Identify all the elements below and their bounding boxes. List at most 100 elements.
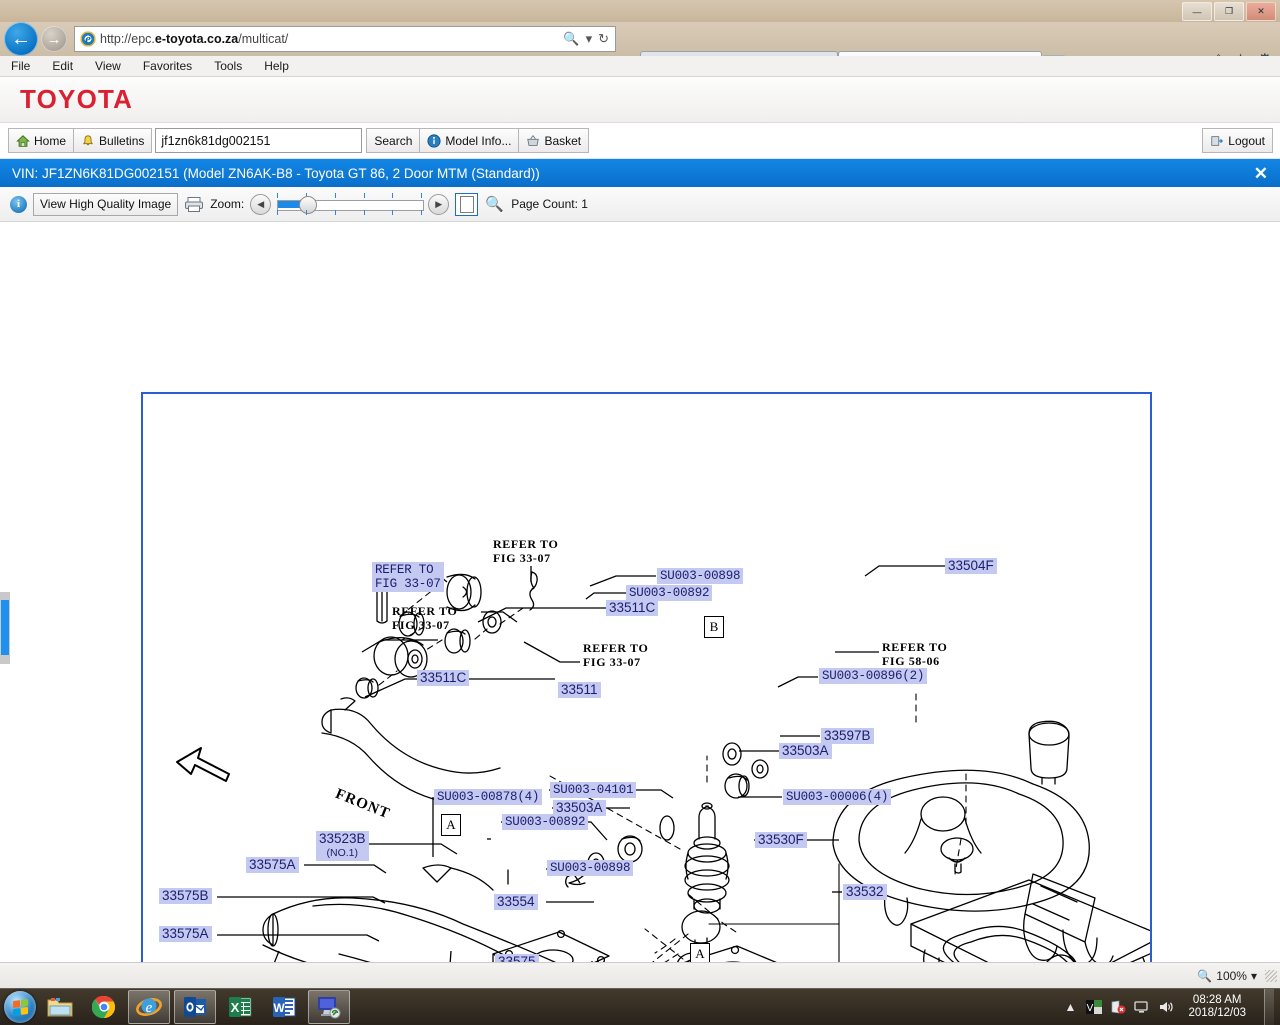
taskbar-microsoft-outlook[interactable] <box>174 990 216 1024</box>
part-label-refer-33-07-boxed[interactable]: REFER TO FIG 33-07 <box>372 562 444 592</box>
search-button[interactable]: Search <box>366 128 421 153</box>
svg-text:W: W <box>273 1001 285 1015</box>
part-label-su003-00892-b[interactable]: SU003-00892 <box>502 814 589 830</box>
close-vin-bar-icon[interactable]: ✕ <box>1254 165 1268 182</box>
taskbar-internet-explorer[interactable]: e <box>128 990 170 1024</box>
show-hidden-icons-chevron-icon[interactable]: ▲ <box>1062 999 1078 1015</box>
house-icon <box>16 134 30 147</box>
part-label-su003-00896-2[interactable]: SU003-00896(2) <box>819 668 928 684</box>
zoom-increase-button[interactable]: ▶ <box>428 193 450 215</box>
part-label-33575[interactable]: 33575 <box>495 954 539 962</box>
search-icon[interactable]: 🔍 <box>563 31 579 47</box>
vpn-icon[interactable]: V <box>1086 999 1103 1015</box>
part-label-33523b-no1[interactable]: 33523B (NO.1) <box>316 831 369 861</box>
print-button[interactable] <box>184 196 204 213</box>
part-label-33575b-a[interactable]: 33575B <box>159 888 212 904</box>
left-scroll-thumb[interactable] <box>1 600 9 655</box>
home-button[interactable]: Home <box>8 128 75 153</box>
part-label-33554[interactable]: 33554 <box>494 894 538 910</box>
menu-edit[interactable]: Edit <box>41 59 84 73</box>
close-window-button[interactable]: ✕ <box>1246 2 1276 21</box>
start-button[interactable] <box>4 991 36 1023</box>
part-label-su003-00878-4[interactable]: SU003-00878(4) <box>434 789 543 805</box>
page-content: TOYOTA Home Bulletins jf1zn6k81dg002151 … <box>0 77 1280 962</box>
browser-navigation-bar: ← → http://epc.e-toyota.co.za/multicat/ … <box>0 22 1280 78</box>
taskbar-remote-desktop[interactable] <box>308 990 350 1024</box>
svg-text:X: X <box>231 1000 240 1015</box>
taskbar-google-chrome[interactable] <box>84 991 124 1023</box>
window-titlebar: — ❐ ✕ <box>0 0 1280 22</box>
resize-grip[interactable] <box>1265 970 1277 982</box>
parts-diagram[interactable]: FRONT REFER TO FIG 33-07 REFER TO FIG 33-0… <box>141 392 1152 962</box>
zoom-level-control[interactable]: 🔍 100% ▾ <box>1197 969 1257 983</box>
part-label-33503a-right[interactable]: 33503A <box>779 743 832 759</box>
brand-header: TOYOTA <box>0 77 1280 123</box>
part-label-33511c-b[interactable]: 33511C <box>417 670 470 686</box>
model-info-button[interactable]: Model Info... <box>419 128 520 153</box>
taskbar-clock[interactable]: 08:28 AM 2018/12/03 <box>1182 994 1252 1020</box>
maximize-button[interactable]: ❐ <box>1214 2 1244 21</box>
refresh-icon[interactable]: ↻ <box>598 31 609 47</box>
image-zoom-toolbar: i View High Quality Image Zoom: ◀ ▶ 🔍 Pa… <box>0 187 1280 222</box>
magnify-button[interactable]: 🔍 <box>484 194 505 215</box>
network-error-icon[interactable] <box>1110 999 1126 1015</box>
menu-tools[interactable]: Tools <box>203 59 253 73</box>
folder-icon <box>47 998 73 1017</box>
bell-icon <box>83 134 94 145</box>
remote-desktop-icon <box>318 997 341 1019</box>
chrome-icon <box>92 995 115 1019</box>
address-bar-url: http://epc.e-toyota.co.za/multicat/ <box>100 32 289 46</box>
clock-time: 08:28 AM <box>1192 994 1242 1006</box>
view-high-quality-image-button[interactable]: View High Quality Image <box>33 192 179 216</box>
menu-view[interactable]: View <box>84 59 132 73</box>
part-label-33597b[interactable]: 33597B <box>821 728 874 744</box>
minimize-button[interactable]: — <box>1182 2 1212 21</box>
chevron-down-icon[interactable]: ▾ <box>1251 969 1257 983</box>
section-ref-a-left: A <box>441 814 461 836</box>
part-label-33530f[interactable]: 33530F <box>755 832 807 848</box>
part-label-su003-04101[interactable]: SU003-04101 <box>550 782 637 798</box>
menu-bar: File Edit View Favorites Tools Help <box>0 56 1280 77</box>
bulletins-button[interactable]: Bulletins <box>73 128 153 153</box>
clock-date: 2018/12/03 <box>1188 1007 1246 1019</box>
part-label-su003-00898-a[interactable]: SU003-00898 <box>657 568 744 584</box>
chevron-down-icon[interactable]: ▾ <box>586 31 593 47</box>
part-label-33511[interactable]: 33511 <box>558 682 601 698</box>
menu-help[interactable]: Help <box>253 59 300 73</box>
address-bar[interactable]: http://epc.e-toyota.co.za/multicat/ 🔍 ▾ … <box>74 26 616 52</box>
part-label-su003-00898-b[interactable]: SU003-00898 <box>547 860 634 876</box>
window-controls[interactable]: — ❐ ✕ <box>1182 2 1276 21</box>
taskbar-windows-explorer[interactable] <box>40 991 80 1023</box>
page-count-label: Page Count: 1 <box>511 197 588 211</box>
part-label-33504f[interactable]: 33504F <box>945 558 997 574</box>
part-label-33511c-a[interactable]: 33511C <box>606 600 659 616</box>
show-desktop-button[interactable] <box>1264 989 1274 1025</box>
browser-status-bar: 🔍 100% ▾ <box>0 962 1280 989</box>
menu-file[interactable]: File <box>0 59 41 73</box>
back-button[interactable]: ← <box>4 22 38 56</box>
volume-icon[interactable] <box>1158 999 1174 1015</box>
part-label-su003-00006-4[interactable]: SU003-00006(4) <box>783 789 892 805</box>
logout-button[interactable]: Logout <box>1202 128 1273 153</box>
fit-page-button[interactable] <box>455 192 479 216</box>
vin-search-input[interactable]: jf1zn6k81dg002151 <box>155 128 363 153</box>
section-ref-b-top: B <box>704 616 724 638</box>
zoom-slider[interactable] <box>277 193 425 215</box>
display-icon[interactable] <box>1134 999 1150 1015</box>
zoom-level-value: 100% <box>1216 969 1247 983</box>
taskbar-microsoft-word[interactable]: W <box>264 991 304 1023</box>
info-icon[interactable]: i <box>10 195 27 213</box>
taskbar-microsoft-excel[interactable]: X <box>220 991 260 1023</box>
part-label-33575a-b[interactable]: 33575A <box>159 926 212 942</box>
forward-button[interactable]: → <box>41 26 67 52</box>
logout-button-label: Logout <box>1228 133 1265 148</box>
part-label-su003-00892-a[interactable]: SU003-00892 <box>626 585 713 601</box>
leader-lines <box>217 565 945 962</box>
part-label-33575a-a[interactable]: 33575A <box>246 857 299 873</box>
menu-favorites[interactable]: Favorites <box>132 59 203 73</box>
page-icon <box>459 195 474 213</box>
zoom-decrease-button[interactable]: ◀ <box>250 193 272 215</box>
part-label-33532[interactable]: 33532 <box>843 884 887 900</box>
basket-button[interactable]: Basket <box>518 128 590 153</box>
windows-taskbar: e X W ▲ V 08:28 AM 2018/12/03 <box>0 988 1280 1025</box>
